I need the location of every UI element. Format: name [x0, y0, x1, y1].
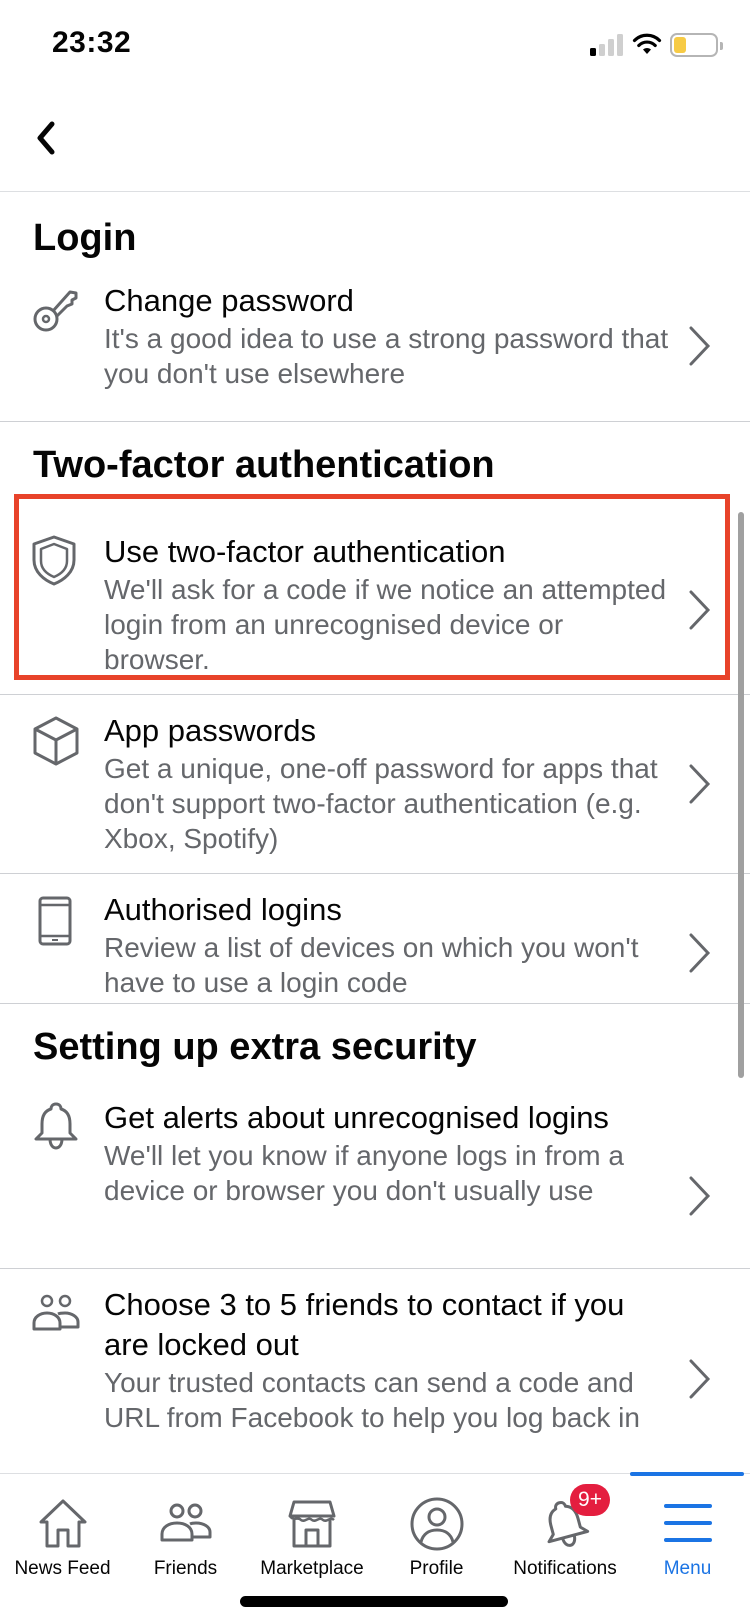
- section-two-factor: Two-factor authentication Use two-factor…: [0, 422, 750, 1004]
- home-icon: [39, 1499, 86, 1548]
- notification-badge: 9+: [570, 1484, 610, 1516]
- item-title: Authorised logins: [104, 892, 342, 927]
- tab-label: Menu: [663, 1558, 712, 1579]
- item-title: App passwords: [104, 713, 316, 748]
- chevron-right-icon: [689, 590, 711, 630]
- tab-label: Notifications: [513, 1558, 617, 1579]
- chevron-left-icon[interactable]: [30, 114, 70, 162]
- section-title: Login: [33, 217, 137, 259]
- login-alerts-item[interactable]: Get alerts about unrecognised logins We'…: [0, 1092, 750, 1268]
- item-description: Your trusted contacts can send a code an…: [104, 1367, 640, 1433]
- tab-notifications[interactable]: Notifications: [500, 1474, 630, 1584]
- app-passwords-item[interactable]: App passwords Get a unique, one-off pass…: [0, 694, 750, 873]
- key-icon: [33, 290, 78, 332]
- chevron-right-icon: [689, 326, 711, 366]
- tab-profile[interactable]: Profile: [374, 1474, 499, 1584]
- shop-icon: [288, 1500, 336, 1548]
- tab-label: Friends: [153, 1558, 218, 1579]
- tab-marketplace[interactable]: Marketplace: [248, 1474, 376, 1584]
- tab-label: Profile: [409, 1558, 464, 1579]
- item-title: Get alerts about unrecognised logins: [104, 1100, 609, 1135]
- section-login: Login Change password It's a good idea t…: [0, 193, 750, 422]
- change-password-item[interactable]: Change password It's a good idea to use …: [0, 275, 750, 421]
- item-description: We'll let you know if anyone logs in fro…: [104, 1140, 624, 1206]
- tab-label: Marketplace: [260, 1558, 364, 1579]
- friends-icon: [32, 1294, 80, 1331]
- chevron-right-icon: [689, 764, 711, 804]
- status-time: 23:32: [52, 26, 132, 59]
- use-two-factor-item[interactable]: Use two-factor authentication We'll ask …: [0, 502, 750, 694]
- trusted-contacts-item[interactable]: Choose 3 to 5 friends to contact if you …: [0, 1268, 750, 1468]
- item-description: Get a unique, one-off password for apps …: [104, 753, 658, 854]
- chevron-right-icon: [689, 1359, 711, 1399]
- scrollbar[interactable]: [738, 512, 744, 1078]
- phone-icon: [38, 896, 72, 946]
- tab-friends[interactable]: Friends: [123, 1474, 248, 1584]
- item-title: Change password: [104, 283, 354, 318]
- home-indicator[interactable]: [240, 1596, 508, 1607]
- cellular-signal-icon: [590, 34, 624, 56]
- security-settings-list: Login Change password It's a good idea t…: [0, 193, 750, 1473]
- friends-icon: [160, 1503, 211, 1542]
- wifi-icon: [632, 33, 662, 54]
- status-bar: 23:32: [0, 0, 750, 90]
- battery-icon: [670, 33, 723, 57]
- chevron-right-icon: [689, 1176, 711, 1216]
- profile-icon: [410, 1497, 463, 1551]
- item-description: We'll ask for a code if we notice an att…: [104, 574, 667, 675]
- tab-news-feed[interactable]: News Feed: [0, 1474, 125, 1584]
- item-title: Use two-factor authentication: [104, 534, 506, 569]
- item-description: It's a good idea to use a strong passwor…: [104, 323, 669, 389]
- shield-icon: [32, 535, 76, 586]
- item-title: Choose 3 to 5 friends to contact if you …: [104, 1287, 625, 1362]
- bell-icon: [34, 1102, 78, 1150]
- item-description: Review a list of devices on which you wo…: [104, 932, 639, 998]
- tab-menu[interactable]: Menu: [625, 1474, 750, 1584]
- tab-label: News Feed: [14, 1558, 111, 1579]
- menu-icon: [663, 1504, 712, 1542]
- authorised-logins-item[interactable]: Authorised logins Review a list of devic…: [0, 873, 750, 1019]
- nav-bar: [0, 90, 750, 192]
- cube-icon: [33, 716, 79, 766]
- section-title: Two-factor authentication: [33, 444, 495, 486]
- chevron-right-icon: [689, 933, 711, 972]
- section-extra-security: Setting up extra security Get alerts abo…: [0, 1004, 750, 1468]
